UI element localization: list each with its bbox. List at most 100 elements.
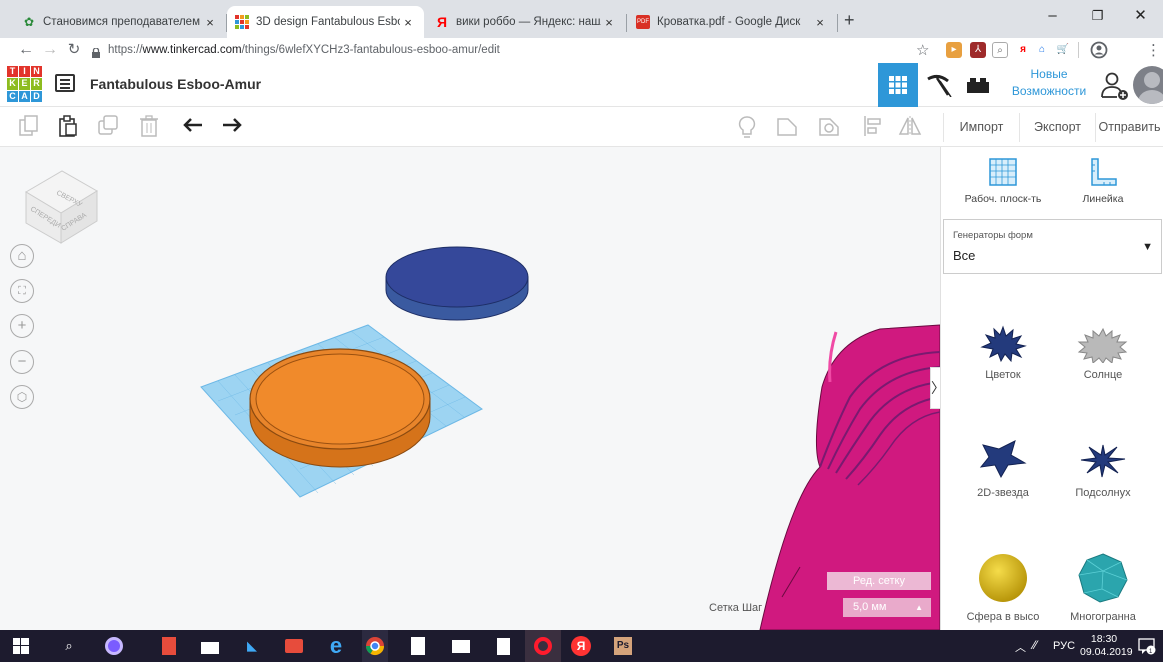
tinkercad-favicon-icon — [235, 15, 249, 29]
browser-tab-active[interactable]: 3D design Fantabulous Esboo-Ar × — [227, 6, 424, 38]
bricks-view-button[interactable] — [958, 63, 998, 107]
menu-kebab-icon[interactable]: ⋮ — [1146, 41, 1161, 59]
shape-flower[interactable]: Цветок — [953, 323, 1053, 433]
redo-icon[interactable] — [220, 115, 244, 139]
mail-icon[interactable] — [450, 635, 472, 657]
shape-sunflower[interactable]: Подсолнух — [1053, 437, 1153, 547]
reload-icon[interactable]: ↻ — [64, 40, 84, 60]
copy-icon[interactable] — [17, 115, 41, 139]
browser-tab[interactable]: ✿ Становимся преподавателем р × — [14, 6, 226, 38]
shape-sun[interactable]: Солнце — [1053, 323, 1153, 433]
snap-grid-select[interactable]: 5,0 мм ▲ — [843, 598, 931, 617]
tab-title: 3D design Fantabulous Esboo-Ar — [256, 16, 400, 28]
shape-label: Сфера в высо — [966, 611, 1040, 623]
orange-dish[interactable] — [249, 348, 431, 468]
design-title[interactable]: Fantabulous Esboo-Amur — [90, 76, 261, 92]
export-button[interactable]: Экспорт — [1019, 113, 1095, 142]
url-field[interactable]: https://www.tinkercad.com/things/6wlefXY… — [108, 41, 500, 60]
tinkercad-logo[interactable]: T I N K E R C A D — [7, 66, 43, 102]
browser-tab[interactable]: Я вики роббо — Яндекс: нашлось × — [427, 6, 625, 38]
send-button[interactable]: Отправить — [1095, 113, 1163, 142]
calculator-icon[interactable] — [407, 635, 429, 657]
chrome-icon[interactable] — [362, 630, 388, 662]
shapes-panel: Рабоч. плоск-ть Линейка Генераторы форм … — [940, 147, 1163, 630]
delete-trash-icon[interactable] — [137, 115, 161, 139]
cart-extension-icon[interactable]: 🛒 — [1055, 42, 1071, 58]
tray-chevron-icon[interactable]: ︿ — [1015, 639, 1026, 655]
maximize-button[interactable]: ❐ — [1075, 0, 1120, 32]
search-extension-icon[interactable]: ⌕ — [992, 42, 1008, 58]
paste-icon[interactable] — [56, 115, 80, 139]
minimize-button[interactable]: – — [1030, 0, 1075, 32]
mirror-icon[interactable] — [898, 115, 922, 139]
logo-letter: K — [7, 78, 18, 90]
url-host: www.tinkercad.com — [142, 44, 242, 56]
new-features-link[interactable]: Новые Возможности — [1008, 66, 1090, 100]
undo-icon[interactable] — [181, 115, 205, 139]
acrobat-extension-icon[interactable]: ⅄ — [970, 42, 986, 58]
app-icon[interactable]: ◣ — [241, 635, 263, 657]
yandex-extension-icon[interactable]: я — [1015, 42, 1031, 58]
view-cube[interactable] — [25, 170, 98, 244]
blue-lid[interactable] — [385, 246, 529, 321]
3d-view-button[interactable] — [878, 63, 918, 107]
workplane-label: Рабоч. плоск-ть — [964, 193, 1042, 205]
fit-view-icon[interactable]: ⛶ — [10, 279, 34, 303]
photoshop-icon[interactable]: Ps — [612, 635, 634, 657]
tab-close-icon[interactable]: × — [812, 15, 828, 30]
perspective-icon[interactable]: ⬡ — [10, 385, 34, 409]
zoom-out-icon[interactable]: − — [10, 350, 34, 374]
browser-tab[interactable]: PDF Кроватка.pdf - Google Диск × — [628, 6, 836, 38]
profile-icon[interactable] — [1090, 41, 1108, 59]
workplane-icon — [989, 158, 1017, 186]
app-icon[interactable] — [158, 635, 180, 657]
network-icon[interactable]: ⁄⁄ — [1033, 638, 1037, 652]
logo-letter: C — [7, 90, 18, 102]
align-icon[interactable] — [861, 115, 885, 139]
window-close-button[interactable]: ✕ — [1118, 0, 1163, 32]
store-icon[interactable] — [199, 635, 221, 657]
file-icon[interactable] — [492, 635, 514, 657]
design-list-icon[interactable] — [55, 74, 75, 92]
home-extension-icon[interactable]: ⌂ — [1034, 42, 1050, 58]
extension-icon[interactable]: ▸ — [946, 42, 962, 58]
workplane-tool[interactable]: Рабоч. плоск-ть — [953, 157, 1053, 205]
tab-close-icon[interactable]: × — [601, 15, 617, 30]
opera-icon[interactable] — [525, 630, 561, 662]
yandex-browser-icon[interactable]: Я — [570, 635, 592, 657]
new-tab-button[interactable]: + — [844, 10, 855, 30]
shape-sphere[interactable]: Сфера в высо — [953, 551, 1053, 630]
edit-grid-button[interactable]: Ред. сетку — [827, 572, 931, 590]
forward-arrow-icon[interactable]: → — [40, 40, 60, 60]
home-view-icon[interactable]: ⌂ — [10, 244, 34, 268]
import-button[interactable]: Импорт — [943, 113, 1019, 142]
mail-icon[interactable] — [283, 635, 305, 657]
edge-icon[interactable]: e — [325, 633, 347, 658]
notifications-icon[interactable]: 1 — [1138, 637, 1156, 655]
taskbar-clock[interactable]: 18:30 09.04.2019 — [1080, 633, 1133, 659]
windows-start-icon[interactable] — [10, 635, 32, 657]
tab-close-icon[interactable]: × — [400, 15, 416, 30]
add-user-icon[interactable] — [1100, 71, 1130, 101]
shape-label: 2D-звезда — [977, 487, 1029, 499]
duplicate-icon[interactable] — [97, 115, 121, 139]
cortana-icon[interactable] — [103, 635, 125, 657]
language-indicator[interactable]: РУС — [1053, 640, 1075, 652]
back-arrow-icon[interactable]: ← — [16, 40, 36, 60]
tab-close-icon[interactable]: × — [202, 15, 218, 30]
lightbulb-icon[interactable] — [735, 115, 759, 139]
blocks-view-button[interactable] — [918, 63, 958, 107]
search-icon[interactable]: ⌕ — [58, 635, 80, 657]
shape-2d-star[interactable]: 2D-звезда — [953, 437, 1053, 547]
logo-letter: N — [31, 66, 42, 78]
3d-workspace[interactable]: СВЕРХУ СПЕРЕДИ СПРАВА ⌂ ⛶ + − ⬡ — [0, 147, 940, 630]
tab-title: вики роббо — Яндекс: нашлось — [456, 16, 601, 28]
avatar[interactable] — [1133, 66, 1163, 104]
group-shape-icon[interactable] — [776, 115, 800, 139]
shape-generators-select[interactable]: Генераторы форм Все ▼ — [943, 219, 1162, 274]
shape-polyhedron[interactable]: Многогранна — [1053, 551, 1153, 630]
zoom-in-icon[interactable]: + — [10, 314, 34, 338]
ruler-tool[interactable]: Линейка — [1053, 157, 1153, 205]
ungroup-shape-icon[interactable] — [818, 115, 842, 139]
bookmark-star-icon[interactable]: ☆ — [916, 41, 929, 59]
